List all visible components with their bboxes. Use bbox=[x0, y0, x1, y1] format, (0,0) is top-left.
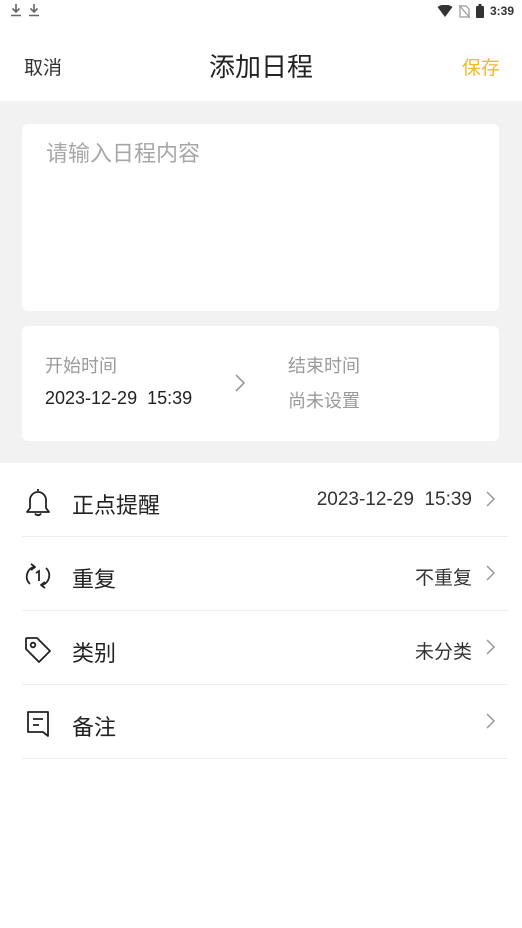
save-button[interactable]: 保存 bbox=[462, 58, 500, 78]
note-row[interactable]: 备注 bbox=[22, 685, 508, 759]
form-area: 请输入日程内容 开始时间 2023-12-29 15:39 结束时间 尚未设置 bbox=[0, 101, 522, 463]
download-icon bbox=[11, 4, 21, 17]
download-icon bbox=[29, 4, 39, 17]
status-bar: 3:39 bbox=[0, 0, 522, 26]
chevron-right-icon bbox=[486, 565, 496, 581]
settings-list: 正点提醒 2023-12-29 15:39 重复 不重复 类别 未分类 备注 bbox=[0, 463, 522, 759]
repeat-icon bbox=[25, 563, 51, 589]
page-title: 添加日程 bbox=[208, 53, 313, 83]
no-sim-icon bbox=[458, 4, 470, 18]
repeat-label: 重复 bbox=[72, 568, 117, 593]
bell-icon bbox=[26, 489, 50, 517]
category-value: 未分类 bbox=[414, 642, 472, 663]
repeat-value: 不重复 bbox=[414, 568, 472, 589]
status-right-icons: 3:39 bbox=[437, 4, 514, 18]
wifi-icon bbox=[437, 4, 453, 17]
end-time-label: 结束时间 bbox=[288, 356, 360, 377]
end-time-value[interactable]: 尚未设置 bbox=[288, 387, 360, 413]
schedule-content-input[interactable]: 请输入日程内容 bbox=[22, 124, 499, 311]
start-time-value[interactable]: 2023-12-29 15:39 bbox=[45, 388, 192, 409]
reminder-label: 正点提醒 bbox=[72, 494, 161, 519]
battery-icon bbox=[475, 4, 484, 18]
repeat-row[interactable]: 重复 不重复 bbox=[22, 537, 508, 611]
reminder-row[interactable]: 正点提醒 2023-12-29 15:39 bbox=[22, 463, 508, 537]
chevron-right-icon bbox=[235, 374, 246, 392]
chevron-right-icon bbox=[486, 639, 496, 655]
note-label: 备注 bbox=[72, 716, 117, 741]
status-left-icons bbox=[10, 3, 40, 17]
start-time-label: 开始时间 bbox=[45, 356, 117, 377]
content-placeholder: 请输入日程内容 bbox=[46, 142, 201, 167]
status-time: 3:39 bbox=[489, 4, 514, 18]
chevron-right-icon bbox=[486, 491, 496, 507]
note-icon bbox=[27, 711, 49, 737]
reminder-value: 2023-12-29 15:39 bbox=[316, 489, 472, 510]
nav-bar: 取消 添加日程 保存 bbox=[0, 26, 522, 101]
tag-icon bbox=[25, 637, 51, 663]
category-label: 类别 bbox=[72, 642, 117, 667]
time-range-card: 开始时间 2023-12-29 15:39 结束时间 尚未设置 bbox=[22, 326, 499, 441]
category-row[interactable]: 类别 未分类 bbox=[22, 611, 508, 685]
chevron-right-icon bbox=[486, 713, 496, 729]
